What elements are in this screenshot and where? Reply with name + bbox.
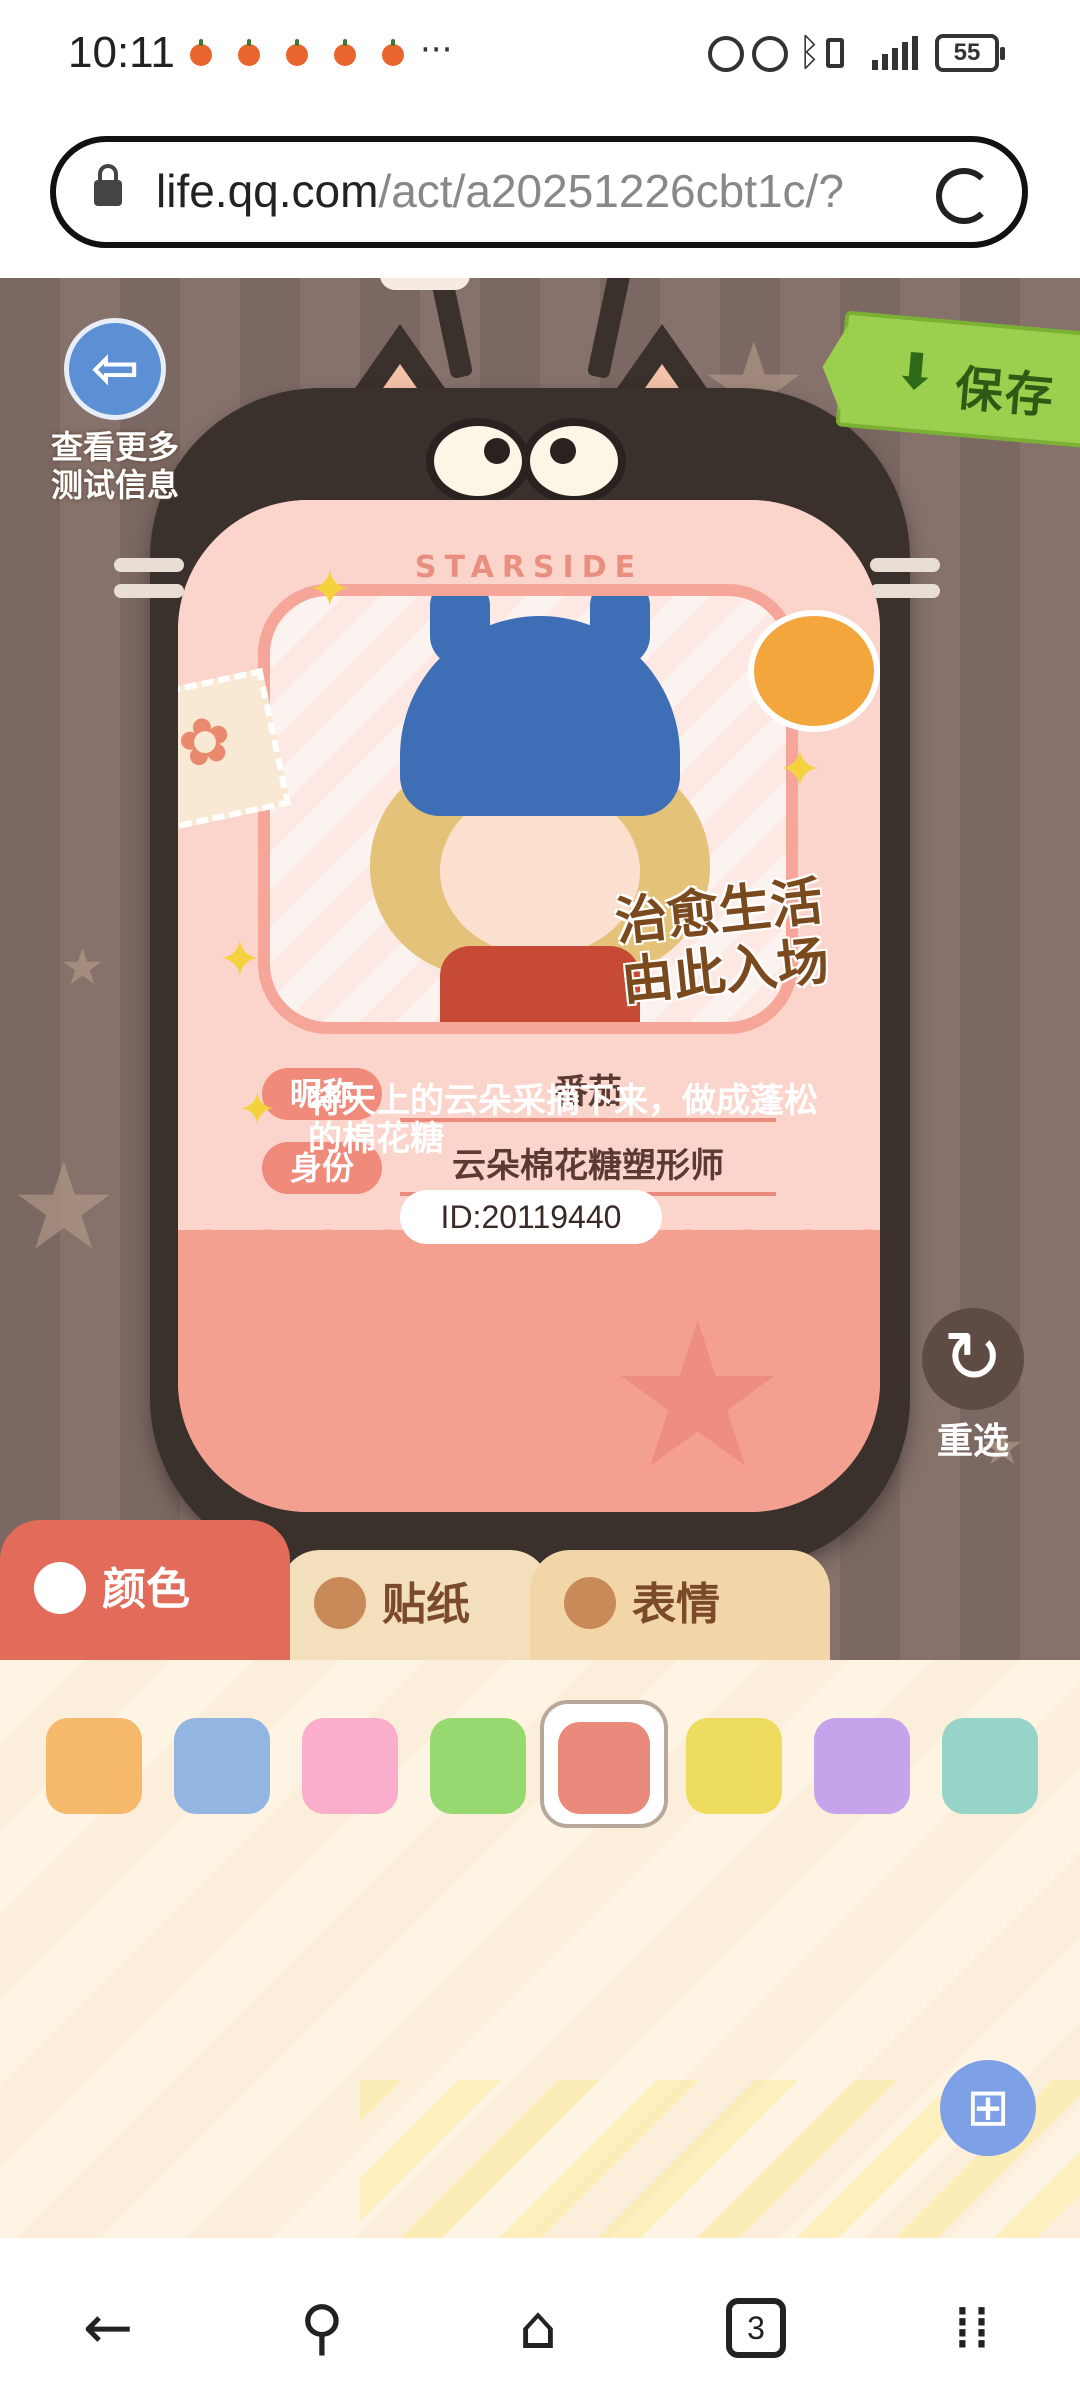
- player-id: ID:20119440: [400, 1190, 662, 1244]
- more-test-info-label[interactable]: 查看更多 测试信息: [20, 428, 210, 504]
- url-domain: life.qq.com: [156, 165, 379, 217]
- pumpkin-icon: [382, 39, 404, 66]
- tab-label: 表情: [632, 1579, 720, 1630]
- customize-tabs: 贴纸 表情 颜色: [0, 1520, 1080, 1660]
- color-swatch[interactable]: [686, 1718, 782, 1814]
- search-icon[interactable]: ⚲: [282, 2288, 362, 2368]
- tab-sticker[interactable]: 贴纸: [280, 1550, 550, 1660]
- vibrate-icon: [826, 38, 844, 68]
- pumpkin-icon: [190, 39, 212, 66]
- whisker: [114, 558, 184, 572]
- reroll-label[interactable]: 重选: [918, 1412, 1028, 1464]
- status-bar: 10:11 ··· ᛒ 55: [0, 0, 1080, 120]
- menu-grid-button[interactable]: ⊞: [940, 2060, 1036, 2156]
- more-menu-icon[interactable]: ⁞⁞: [932, 2288, 1012, 2368]
- more-test-info-button[interactable]: ⇦: [64, 318, 166, 420]
- notification-more-icon: ···: [420, 30, 453, 70]
- tab-color[interactable]: 颜色: [0, 1520, 290, 1660]
- star-decoration: ★: [10, 1138, 118, 1277]
- pumpkin-icon: [286, 39, 308, 66]
- color-swatch[interactable]: [46, 1718, 142, 1814]
- save-label: 保存: [952, 360, 1058, 426]
- browser-bottom-nav: ← ⚲ ⌂ 3 ⁞⁞: [0, 2238, 1080, 2403]
- reroll-button[interactable]: ↻: [922, 1308, 1024, 1410]
- hat-ear: [590, 596, 650, 666]
- address-bar[interactable]: life.qq.com/act/a20251226cbt1c/?: [50, 136, 1028, 248]
- color-swatch[interactable]: [430, 1718, 526, 1814]
- alarm-icon: [752, 36, 788, 72]
- palette-icon: [34, 1562, 86, 1614]
- lock-icon[interactable]: [94, 164, 122, 206]
- color-swatch[interactable]: [942, 1718, 1038, 1814]
- hat-ear: [430, 596, 490, 666]
- pumpkin-icon: [238, 39, 260, 66]
- cat-eye-left: [426, 418, 530, 504]
- whisker: [870, 584, 940, 598]
- home-icon[interactable]: ⌂: [498, 2288, 578, 2368]
- color-swatch[interactable]: [302, 1718, 398, 1814]
- sticker-icon: [314, 1577, 366, 1629]
- color-swatch[interactable]: [174, 1718, 270, 1814]
- tab-label: 贴纸: [382, 1579, 470, 1630]
- sparkle-icon: ✦: [218, 930, 262, 990]
- url-text[interactable]: life.qq.com/act/a20251226cbt1c/?: [156, 164, 956, 218]
- battery-indicator: 55: [935, 34, 1005, 72]
- color-swatch[interactable]: [558, 1722, 650, 1814]
- character-body: [440, 946, 640, 1022]
- sparkle-icon: ✦: [238, 1082, 277, 1136]
- brand-text: STARSIDE: [414, 550, 644, 585]
- sparkle-icon: ✦: [778, 740, 822, 800]
- color-palette-panel: ⊞: [0, 1660, 1080, 2238]
- signal-icon: [862, 36, 922, 72]
- download-icon: ⬇: [892, 341, 939, 403]
- game-stage: ★ ★ ★ ★ STARSIDE ✦ ✦ ✦ 治愈生活 由此入场: [0, 278, 1080, 1660]
- exit-arrow-icon: ⇦: [90, 334, 140, 402]
- starfish-decoration: ★: [608, 1280, 788, 1512]
- url-path: /act/a20251226cbt1c/?: [378, 165, 844, 217]
- cat-eye-right: [522, 418, 626, 504]
- reload-icon[interactable]: [936, 168, 992, 224]
- tiger-sticker: [748, 610, 880, 732]
- grid-icon: ⊞: [966, 2078, 1010, 2138]
- save-button[interactable]: ⬇ 保存: [835, 310, 1080, 450]
- status-time: 10:11: [68, 28, 175, 77]
- whisker: [114, 584, 184, 598]
- identity-card: STARSIDE ✦ ✦ ✦ 治愈生活 由此入场 昵称 番茄 身份 云朵棉花糖塑…: [178, 500, 880, 1512]
- star-decoration: ★: [60, 938, 105, 996]
- identity-description: 将天上的云朵采摘下来，做成蓬松的棉花糖: [308, 1081, 818, 1159]
- refresh-icon: ↻: [942, 1315, 1004, 1399]
- bluetooth-icon: ᛒ: [798, 30, 821, 74]
- whisker: [870, 558, 940, 572]
- data-saver-icon: [708, 36, 744, 72]
- tabs-count-button[interactable]: 3: [726, 2298, 786, 2358]
- color-swatch[interactable]: [814, 1718, 910, 1814]
- tab-emotion[interactable]: 表情: [530, 1550, 830, 1660]
- lanyard-clip: [380, 278, 470, 290]
- emotion-icon: [564, 1577, 616, 1629]
- pumpkin-icon: [334, 39, 356, 66]
- back-icon[interactable]: ←: [68, 2288, 148, 2368]
- sparkle-icon: ✦: [308, 560, 352, 620]
- tab-label: 颜色: [102, 1564, 190, 1615]
